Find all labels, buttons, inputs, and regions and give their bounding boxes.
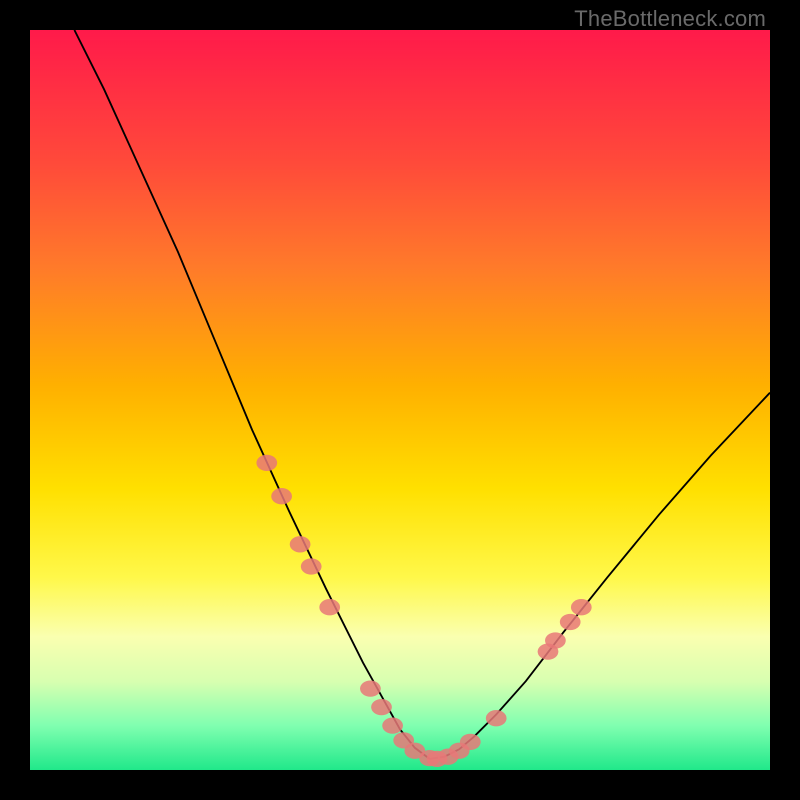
marker-point: [301, 558, 322, 574]
highlight-markers: [256, 455, 591, 767]
chart-container: TheBottleneck.com: [0, 0, 800, 800]
series-left-curve: [74, 30, 429, 759]
series-right-curve: [430, 393, 770, 759]
marker-point: [571, 599, 592, 615]
marker-point: [290, 536, 311, 552]
left-curve-line: [74, 30, 429, 759]
right-curve-line: [430, 393, 770, 759]
marker-point: [382, 717, 403, 733]
marker-point: [360, 680, 381, 696]
marker-point: [545, 632, 566, 648]
marker-point: [319, 599, 340, 615]
watermark-text: TheBottleneck.com: [574, 6, 766, 32]
marker-point: [371, 699, 392, 715]
marker-point: [486, 710, 507, 726]
chart-svg: [30, 30, 770, 770]
marker-point: [271, 488, 292, 504]
marker-point: [560, 614, 581, 630]
marker-point: [256, 455, 277, 471]
marker-point: [460, 734, 481, 750]
